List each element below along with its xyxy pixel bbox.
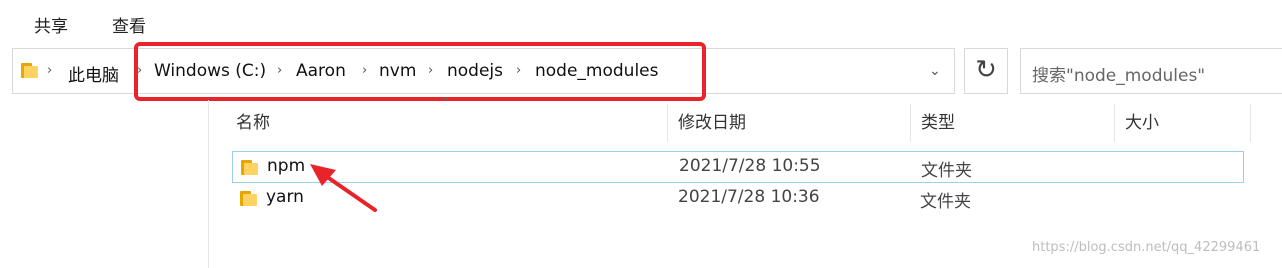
folder-icon [21,63,38,78]
search-placeholder: 搜索"node_modules" [1032,66,1206,86]
search-input[interactable]: 搜索"node_modules" [1020,48,1282,94]
column-header-name[interactable]: 名称 [226,104,668,142]
file-type: 文件夹 [920,192,971,212]
breadcrumb-separator-icon: › [516,63,522,78]
breadcrumb-aaron[interactable]: Aaron [296,61,346,81]
breadcrumb-nvm[interactable]: nvm [379,61,416,81]
column-header-modified[interactable]: 修改日期 [668,104,911,142]
refresh-icon: ↻ [975,55,997,85]
navigation-pane[interactable] [0,100,209,268]
annotation-arrow-icon [310,164,377,212]
file-name[interactable]: yarn [266,187,304,207]
breadcrumb-node-modules[interactable]: node_modules [535,61,659,81]
breadcrumb-nodejs[interactable]: nodejs [447,61,503,81]
breadcrumb-separator-icon: › [362,63,368,78]
ribbon-menubar: 共享 查看 [0,0,1282,44]
file-modified: 2021/7/28 10:36 [678,187,820,207]
breadcrumb-separator-icon: › [137,63,143,78]
column-header-type[interactable]: 类型 [911,104,1115,142]
watermark: https://blog.csdn.net/qq_42299461 [1032,240,1261,255]
column-header-size[interactable]: 大小 [1115,104,1251,142]
breadcrumb-separator-icon: › [277,63,283,78]
tab-share[interactable]: 共享 [34,12,68,37]
file-type: 文件夹 [921,161,972,181]
refresh-button[interactable]: ↻ [964,48,1008,94]
folder-icon [240,191,257,206]
breadcrumb-separator-icon: › [428,63,434,78]
file-modified: 2021/7/28 10:55 [679,156,821,176]
tab-view[interactable]: 查看 [112,12,146,37]
breadcrumb-drive-c[interactable]: Windows (C:) [154,61,266,81]
address-bar[interactable]: › 此电脑 › Windows (C:) › Aaron › nvm › nod… [12,48,955,94]
folder-icon [241,160,258,175]
chevron-down-icon[interactable]: ⌄ [929,63,941,79]
breadcrumb-this-pc[interactable]: 此电脑 [68,61,119,86]
breadcrumb-separator-icon: › [47,63,53,78]
